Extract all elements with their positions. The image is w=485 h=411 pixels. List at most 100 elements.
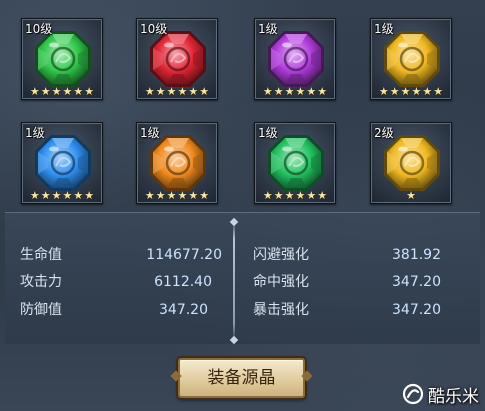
- stat-row: 暴击强化 347.20: [253, 299, 441, 321]
- stat-label: 闪避强化: [253, 247, 309, 263]
- star-rating: ★ ★ ★ ★ ★ ★: [255, 85, 335, 98]
- gem-slot[interactable]: 1级 ★ ★ ★ ★ ★ ★: [254, 18, 336, 100]
- gem-level: 1级: [25, 126, 45, 140]
- star-icon: ★: [84, 85, 95, 98]
- gem-slot[interactable]: 1级 ★ ★ ★ ★ ★ ★: [254, 122, 336, 204]
- star-icon: ★: [155, 85, 166, 98]
- stat-row: 防御值 347.20: [20, 299, 208, 321]
- gem-icon: [150, 31, 206, 87]
- star-rating: ★: [371, 189, 451, 202]
- stat-label: 攻击力: [20, 274, 62, 290]
- stat-label: 生命值: [20, 247, 62, 263]
- gem-level: 2级: [374, 126, 394, 140]
- star-icon: ★: [433, 85, 444, 98]
- stat-row: 生命值 114677.20: [20, 244, 222, 266]
- gem-icon: [268, 135, 324, 191]
- star-rating: ★ ★ ★ ★ ★ ★: [255, 189, 335, 202]
- gem-level: 1级: [258, 126, 278, 140]
- star-icon: ★: [155, 189, 166, 202]
- star-icon: ★: [317, 85, 328, 98]
- gem-slot[interactable]: 1级 ★ ★ ★ ★ ★ ★: [136, 122, 218, 204]
- star-icon: ★: [144, 85, 155, 98]
- gem-level: 10级: [25, 22, 53, 36]
- star-icon: ★: [306, 189, 317, 202]
- gem-icon: [268, 31, 324, 87]
- gem-icon: [35, 31, 91, 87]
- star-rating: ★ ★ ★ ★ ★ ★: [137, 189, 217, 202]
- star-icon: ★: [273, 189, 284, 202]
- watermark-logo-icon: [402, 383, 424, 405]
- stat-value: 6112.40: [154, 274, 212, 290]
- star-icon: ★: [284, 189, 295, 202]
- star-icon: ★: [284, 85, 295, 98]
- gem-slot[interactable]: 10级 ★ ★ ★ ★ ★ ★: [21, 18, 103, 100]
- star-icon: ★: [73, 85, 84, 98]
- star-icon: ★: [144, 189, 155, 202]
- equip-crystal-button[interactable]: 装备源晶: [178, 358, 305, 398]
- stat-row: 攻击力 6112.40: [20, 271, 212, 293]
- star-icon: ★: [262, 189, 273, 202]
- gem-level: 1级: [258, 22, 278, 36]
- stat-row: 命中强化 347.20: [253, 271, 441, 293]
- star-icon: ★: [306, 85, 317, 98]
- stat-label: 命中强化: [253, 274, 309, 290]
- gem-level: 1级: [374, 22, 394, 36]
- star-icon: ★: [29, 189, 40, 202]
- stat-label: 防御值: [20, 302, 62, 318]
- star-icon: ★: [73, 189, 84, 202]
- star-icon: ★: [166, 85, 177, 98]
- star-icon: ★: [400, 85, 411, 98]
- stat-value: 381.92: [392, 247, 441, 263]
- stat-value: 114677.20: [146, 247, 222, 263]
- star-icon: ★: [177, 189, 188, 202]
- star-icon: ★: [317, 189, 328, 202]
- stat-row: 闪避强化 381.92: [253, 244, 441, 266]
- stat-label: 暴击强化: [253, 302, 309, 318]
- stats-panel: 生命值 114677.20 攻击力 6112.40 防御值 347.20 闪避强…: [5, 212, 480, 344]
- star-icon: ★: [188, 189, 199, 202]
- star-icon: ★: [406, 189, 416, 202]
- star-icon: ★: [262, 85, 273, 98]
- gem-slot[interactable]: 2级 ★: [370, 122, 452, 204]
- star-icon: ★: [29, 85, 40, 98]
- gem-slot[interactable]: 1级 ★ ★ ★ ★ ★ ★: [21, 122, 103, 204]
- star-icon: ★: [62, 189, 73, 202]
- star-icon: ★: [199, 85, 210, 98]
- star-icon: ★: [378, 85, 389, 98]
- gem-icon: [384, 135, 440, 191]
- gem-level: 1级: [140, 126, 160, 140]
- star-icon: ★: [389, 85, 400, 98]
- star-icon: ★: [177, 85, 188, 98]
- star-icon: ★: [295, 189, 306, 202]
- star-icon: ★: [166, 189, 177, 202]
- watermark: 酷乐米: [402, 381, 479, 407]
- star-icon: ★: [422, 85, 433, 98]
- star-rating: ★ ★ ★ ★ ★ ★: [371, 85, 451, 98]
- star-icon: ★: [51, 85, 62, 98]
- star-icon: ★: [51, 189, 62, 202]
- gem-slot[interactable]: 10级 ★ ★ ★ ★ ★ ★: [136, 18, 218, 100]
- stat-value: 347.20: [159, 302, 208, 318]
- gem-level: 10级: [140, 22, 168, 36]
- gem-grid: 10级 ★ ★ ★ ★ ★ ★ 10级 ★ ★ ★ ★ ★ ★ 1级 ★ ★ ★ ★ ★ ★ 1级 ★ ★ ★ ★ ★…: [0, 0, 485, 210]
- star-icon: ★: [40, 189, 51, 202]
- stat-value: 347.20: [392, 274, 441, 290]
- star-icon: ★: [411, 85, 422, 98]
- gem-icon: [35, 135, 91, 191]
- watermark-text: 酷乐米: [428, 386, 479, 407]
- gem-slot[interactable]: 1级 ★ ★ ★ ★ ★ ★: [370, 18, 452, 100]
- gem-icon: [150, 135, 206, 191]
- star-rating: ★ ★ ★ ★ ★ ★: [137, 85, 217, 98]
- star-icon: ★: [199, 189, 210, 202]
- star-rating: ★ ★ ★ ★ ★ ★: [22, 85, 102, 98]
- star-icon: ★: [295, 85, 306, 98]
- star-icon: ★: [62, 85, 73, 98]
- star-icon: ★: [188, 85, 199, 98]
- stat-value: 347.20: [392, 302, 441, 318]
- gem-icon: [384, 31, 440, 87]
- panel-divider: [233, 221, 235, 341]
- star-icon: ★: [40, 85, 51, 98]
- star-icon: ★: [273, 85, 284, 98]
- star-rating: ★ ★ ★ ★ ★ ★: [22, 189, 102, 202]
- star-icon: ★: [84, 189, 95, 202]
